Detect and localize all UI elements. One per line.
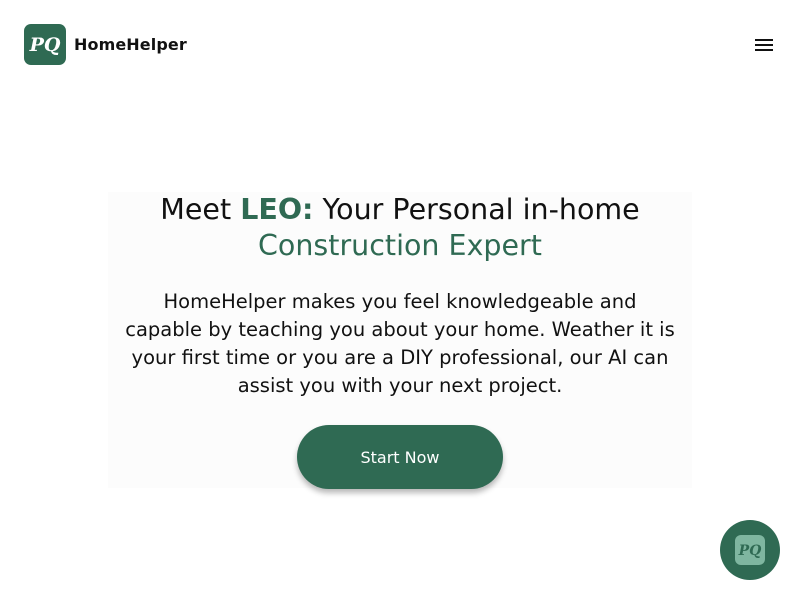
description-line: capable by teaching you about your home.… [125, 318, 675, 341]
headline-line-1: Meet LEO: Your Personal in-home [108, 192, 692, 228]
brand-name: HomeHelper [74, 35, 187, 54]
chat-widget-button[interactable]: PQ [720, 520, 780, 580]
headline-accent: LEO: [240, 193, 314, 226]
headline-prefix: Meet [160, 193, 241, 226]
headline-line-2: Construction Expert [258, 229, 542, 262]
svg-text:PQ: PQ [738, 543, 762, 559]
svg-text:PQ: PQ [29, 34, 61, 56]
start-now-button[interactable]: Start Now [297, 425, 503, 489]
description-line: HomeHelper makes you feel knowledgeable … [163, 290, 637, 313]
description-line: your first time or you are a DIY profess… [131, 346, 669, 369]
top-navigation-bar: PQ HomeHelper [0, 0, 800, 90]
brand-logo-link[interactable]: PQ HomeHelper [24, 24, 187, 65]
description-line: assist you with your next project. [237, 374, 563, 397]
pq-chat-logo-icon: PQ [735, 535, 765, 565]
pq-logo-icon: PQ [24, 24, 66, 65]
hero-description: HomeHelper makes you feel knowledgeable … [108, 288, 692, 400]
page-title: Meet LEO: Your Personal in-home Construc… [108, 192, 692, 264]
headline-rest: Your Personal in-home [313, 193, 640, 226]
hamburger-menu-icon[interactable] [752, 34, 776, 56]
hero-section: Meet LEO: Your Personal in-home Construc… [108, 192, 692, 489]
